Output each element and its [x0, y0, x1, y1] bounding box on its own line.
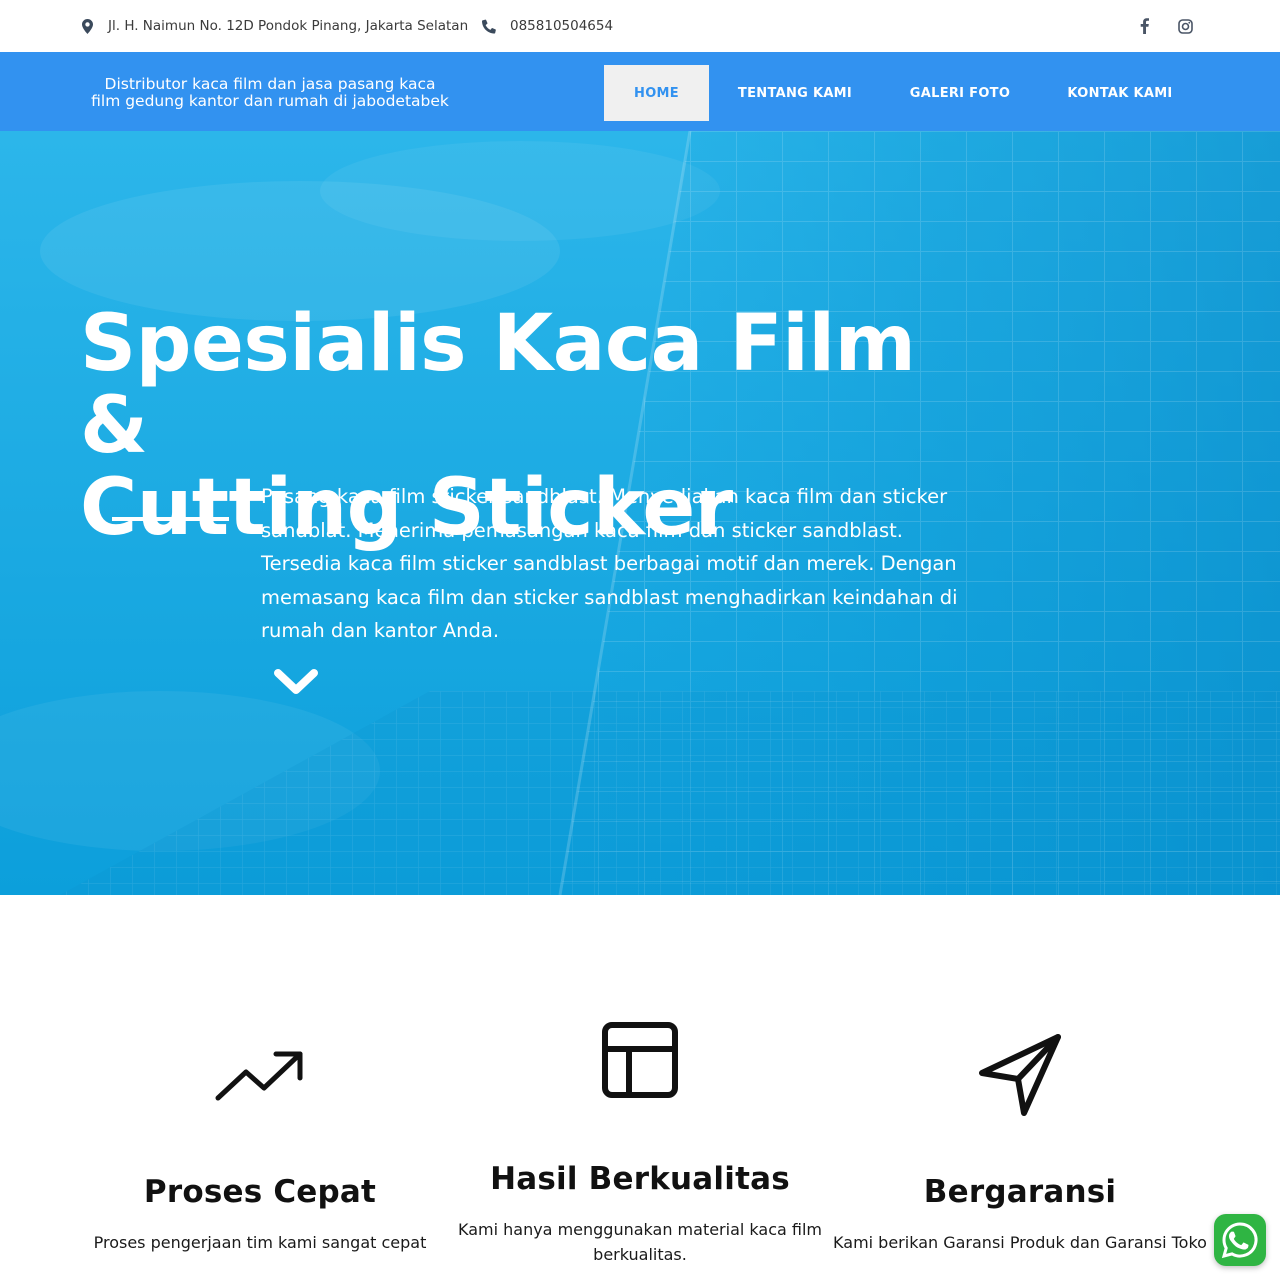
hero-description: Pasang kaca film sticker sandblast. Meny… [261, 485, 958, 642]
feature-title: Hasil Berkualitas [490, 1161, 790, 1197]
send-icon [970, 1025, 1070, 1125]
hero-title-line-1: Spesialis Kaca Film & [80, 299, 916, 471]
map-marker-icon [80, 18, 94, 34]
main-navbar: Distributor kaca film dan jasa pasang ka… [0, 52, 1280, 131]
layout-icon [590, 1010, 690, 1110]
top-info-bar: Jl. H. Naimun No. 12D Pondok Pinang, Jak… [0, 0, 1280, 52]
feature-title: Bergaransi [923, 1174, 1117, 1210]
whatsapp-button[interactable] [1214, 1214, 1266, 1266]
nav-item-kontak-kami[interactable]: KONTAK KAMI [1055, 65, 1185, 121]
phone-icon [482, 18, 496, 34]
feature-text: Kami hanya menggunakan material kaca fil… [457, 1220, 822, 1264]
tagline-line-2: film gedung kantor dan rumah di jabodeta… [91, 91, 449, 110]
nav-item-home[interactable]: HOME [604, 65, 709, 121]
whatsapp-icon [1221, 1222, 1258, 1259]
phone-text: 085810504654 [510, 18, 614, 34]
facebook-icon[interactable] [1134, 16, 1154, 36]
hero-section: Spesialis Kaca Film & Cutting Sticker Pa… [0, 131, 1280, 895]
nav-item-tentang-kami[interactable]: TENTANG KAMI [725, 65, 865, 121]
address-text: Jl. H. Naimun No. 12D Pondok Pinang, Jak… [108, 18, 469, 34]
chevron-down-icon[interactable] [274, 667, 318, 697]
instagram-icon[interactable] [1175, 16, 1195, 36]
site-tagline[interactable]: Distributor kaca film dan jasa pasang ka… [80, 76, 460, 109]
feature-text: Kami berikan Garansi Produk dan Garansi … [833, 1233, 1207, 1252]
hero-divider [112, 517, 229, 521]
feature-text: Proses pengerjaan tim kami sangat cepat [93, 1233, 427, 1252]
address-info: Jl. H. Naimun No. 12D Pondok Pinang, Jak… [80, 0, 468, 52]
tagline-line-1: Distributor kaca film dan jasa pasang ka… [104, 75, 436, 93]
nav-item-galeri-foto[interactable]: GALERI FOTO [895, 65, 1025, 121]
feature-title: Proses Cepat [143, 1174, 377, 1210]
phone-info[interactable]: 085810504654 [482, 0, 613, 52]
trending-up-icon [210, 1030, 310, 1130]
